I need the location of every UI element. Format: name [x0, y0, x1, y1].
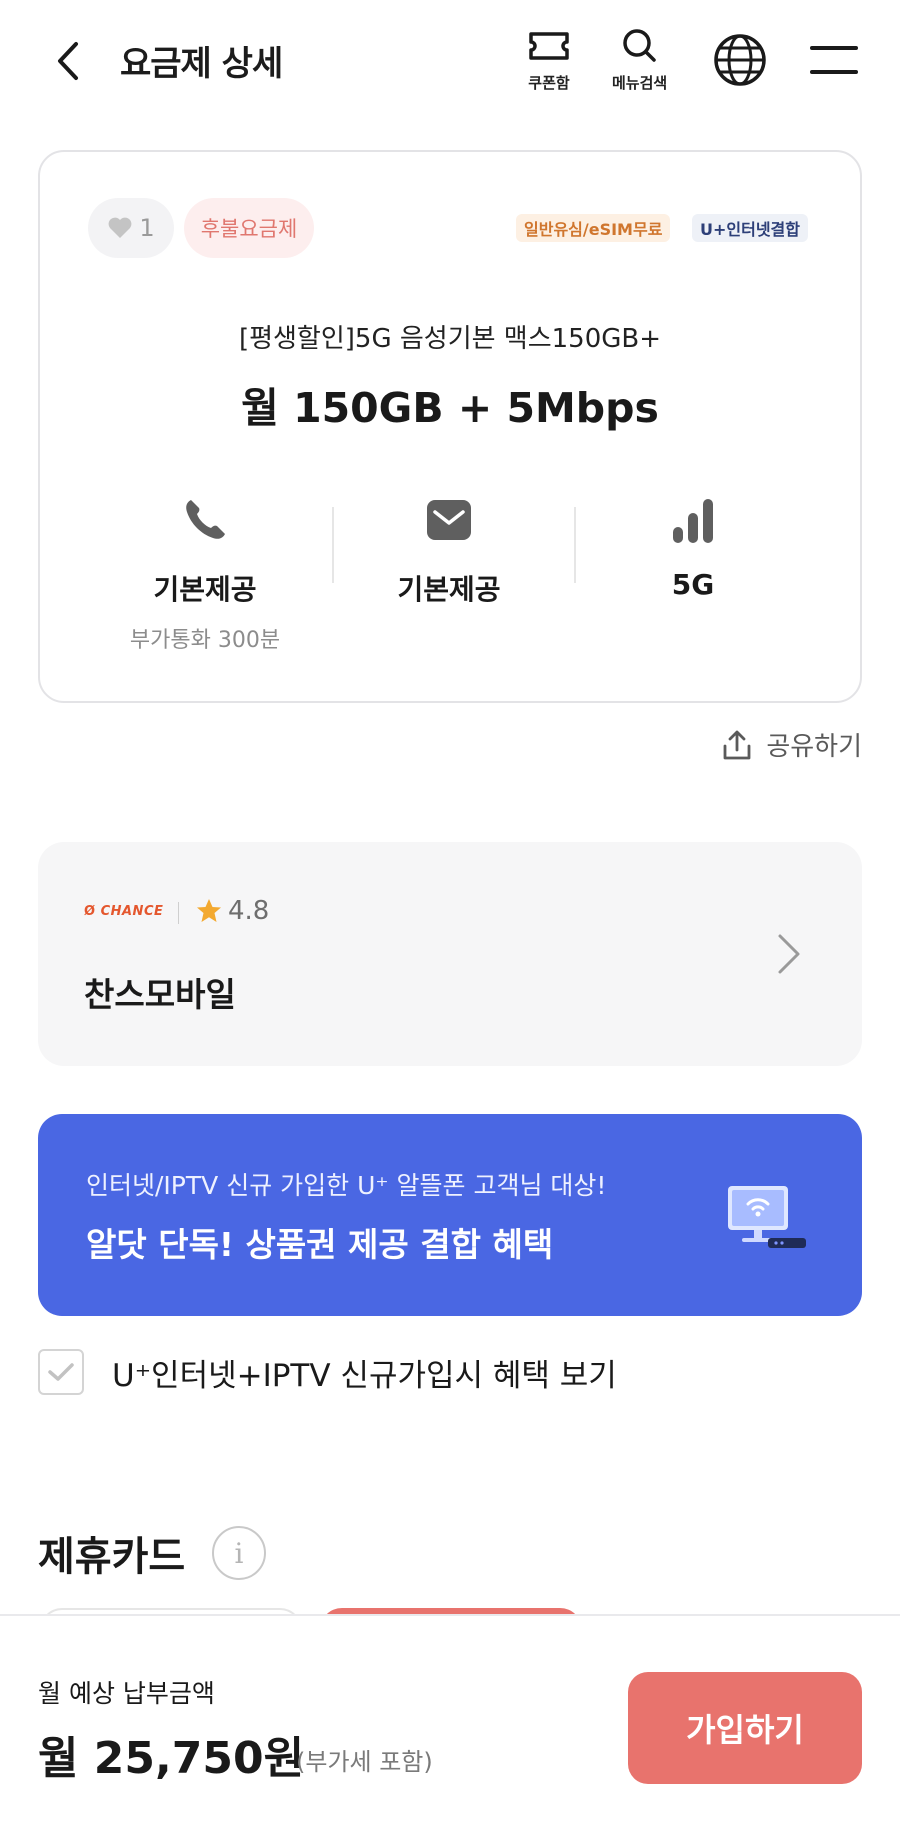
coupon-icon — [529, 32, 569, 60]
message-icon — [427, 500, 471, 540]
carrier-card[interactable]: Ø CHANCE 4.8 찬스모바일 — [38, 842, 862, 1066]
coupon-label: 쿠폰함 — [528, 74, 570, 92]
share-icon — [723, 730, 751, 759]
benefit-checkbox-row[interactable]: U⁺인터넷+IPTV 신규가입시 혜택 보기 — [38, 1349, 617, 1395]
plan-type-badge: 후불요금제 — [184, 198, 314, 258]
vat-note: (부가세 포함) — [296, 1748, 433, 1776]
network-feature: 5G — [572, 492, 814, 601]
voice-sub: 부가통화 300분 — [129, 628, 281, 653]
usim-tag: 일반유심/eSIM무료 — [516, 214, 671, 242]
menu-search-button[interactable]: 메뉴검색 — [612, 26, 667, 93]
promo-subtitle: 인터넷/IPTV 신규 가입한 U⁺ 알뜰폰 고객님 대상! — [86, 1171, 607, 1200]
plan-name: [평생할인]5G 음성기본 맥스150GB+ — [238, 324, 662, 354]
menu-button[interactable] — [810, 42, 858, 82]
page-title: 요금제 상세 — [120, 44, 283, 84]
check-icon — [48, 1363, 74, 1381]
estimated-payment-label: 월 예상 납부금액 — [38, 1679, 215, 1708]
join-button[interactable]: 가입하기 — [628, 1672, 862, 1784]
heart-icon — [108, 217, 132, 238]
carrier-rating: 4.8 — [196, 896, 269, 926]
estimated-payment-amount: 월 25,750원 — [38, 1733, 305, 1784]
star-icon — [197, 899, 221, 922]
message-feature: 기본제공 — [328, 492, 570, 608]
phone-icon — [186, 500, 225, 539]
signal-icon — [673, 499, 713, 543]
partner-card-heading: 제휴카드 — [38, 1534, 186, 1580]
globe-icon — [714, 34, 766, 86]
app-header: 요금제 상세 쿠폰함 메뉴검색 — [0, 0, 900, 120]
network-value: 5G — [671, 568, 715, 601]
promo-banner[interactable]: 인터넷/IPTV 신규 가입한 U⁺ 알뜰폰 고객님 대상! 알닷 단독! 상품… — [38, 1114, 862, 1316]
benefit-checkbox[interactable] — [38, 1349, 84, 1395]
internet-bundle-tag: U+인터넷결합 — [692, 214, 808, 242]
search-icon — [622, 29, 656, 62]
benefit-checkbox-label: U⁺인터넷+IPTV 신규가입시 혜택 보기 — [112, 1357, 617, 1394]
tv-wifi-icon — [728, 1186, 806, 1248]
voice-value: 기본제공 — [153, 573, 257, 606]
logo-separator — [178, 902, 179, 924]
back-button[interactable] — [48, 38, 88, 84]
plan-summary-card: 1 후불요금제 일반유심/eSIM무료 U+인터넷결합 [평생할인]5G 음성기… — [38, 150, 862, 703]
promo-title: 알닷 단독! 상품권 제공 결합 혜택 — [86, 1225, 554, 1264]
language-button[interactable] — [712, 32, 768, 92]
share-button[interactable]: 공유하기 — [720, 726, 862, 763]
bottom-payment-bar: 월 예상 납부금액 월 25,750원 (부가세 포함) 가입하기 — [0, 1614, 900, 1834]
info-icon[interactable]: i — [212, 1526, 266, 1580]
chevron-left-icon — [58, 42, 78, 80]
message-value: 기본제공 — [397, 573, 501, 606]
share-label: 공유하기 — [766, 732, 862, 762]
hamburger-icon — [810, 46, 858, 74]
like-count: 1 — [139, 214, 155, 242]
carrier-name: 찬스모바일 — [84, 975, 236, 1014]
coupon-button[interactable]: 쿠폰함 — [525, 26, 573, 93]
like-button[interactable]: 1 — [88, 198, 174, 258]
plan-detail-page: 요금제 상세 쿠폰함 메뉴검색 1 후불요금제 일반유심/eSIM무료 U+인터… — [0, 0, 900, 1834]
search-label: 메뉴검색 — [612, 74, 668, 92]
plan-data-amount: 월 150GB + 5Mbps — [241, 384, 659, 432]
carrier-logo: Ø CHANCE — [84, 904, 164, 919]
chevron-right-icon — [778, 934, 800, 974]
rating-value: 4.8 — [228, 896, 270, 926]
voice-feature: 기본제공 부가통화 300분 — [84, 492, 326, 654]
